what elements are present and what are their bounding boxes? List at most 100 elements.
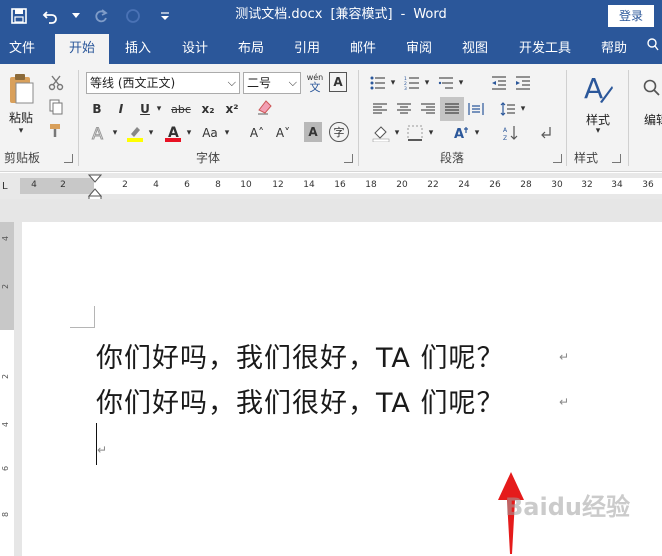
clear-formatting-icon[interactable] [254, 96, 276, 118]
paragraph-mark: ↵ [559, 395, 570, 409]
tab-references[interactable]: 引用 [282, 32, 332, 64]
tab-help[interactable]: 帮助 [592, 32, 636, 64]
tab-insert[interactable]: 插入 [113, 32, 163, 64]
font-size-select[interactable]: 二号 ⌵ [243, 72, 301, 94]
change-case-dropdown-icon[interactable]: ▾ [222, 122, 232, 144]
text-effects-dropdown-icon[interactable]: ▾ [110, 122, 120, 144]
bold-button[interactable]: B [88, 98, 106, 120]
tab-home[interactable]: 开始 [55, 34, 109, 64]
vertical-ruler-tick-label: 2 [1, 373, 11, 380]
shrink-font-button[interactable]: A˅ [272, 122, 294, 144]
ruler-tick-label: 16 [334, 180, 346, 190]
bullets-icon[interactable] [368, 72, 388, 94]
highlight-dropdown-icon[interactable]: ▾ [146, 122, 156, 144]
change-case-button[interactable]: Aa [198, 122, 222, 144]
document-line-2[interactable]: 你们好吗，我们很好，TA 们呢？ [96, 381, 504, 420]
borders-dropdown-icon[interactable]: ▾ [426, 122, 436, 144]
document-line-1[interactable]: 你们好吗，我们很好，TA 们呢？ [96, 336, 504, 375]
styles-dropdown-icon[interactable]: ▾ [588, 126, 608, 136]
ruler-tick-label: 8 [215, 180, 221, 190]
styles-launcher-icon[interactable] [612, 154, 621, 163]
shading-icon[interactable] [370, 122, 392, 144]
paste-icon[interactable] [6, 72, 36, 106]
font-name-select[interactable]: 等线 (西文正文) ⌵ [86, 72, 240, 94]
paste-label[interactable]: 粘贴 [6, 109, 36, 126]
superscript-button[interactable]: x² [222, 98, 242, 120]
numbering-icon[interactable]: 123 [402, 72, 422, 94]
tab-file[interactable]: 文件 [0, 32, 44, 64]
justify-icon[interactable] [440, 97, 464, 121]
editing-label[interactable]: 编辑 [644, 111, 662, 128]
sort-icon[interactable]: AZ [500, 122, 522, 144]
phonetic-guide-button[interactable]: wén 文 [304, 70, 326, 96]
highlight-icon[interactable] [124, 122, 146, 144]
align-left-icon[interactable] [370, 98, 390, 120]
styles-icon[interactable]: A [580, 70, 616, 110]
shading-dropdown-icon[interactable]: ▾ [392, 122, 402, 144]
svg-text:A: A [584, 72, 603, 105]
italic-button[interactable]: I [112, 98, 130, 120]
underline-button[interactable]: U [136, 98, 154, 120]
separator [628, 70, 629, 166]
bullets-dropdown-icon[interactable]: ▾ [388, 72, 398, 94]
align-center-icon[interactable] [394, 98, 414, 120]
phonetic-char: 文 [309, 80, 321, 94]
paragraph-launcher-icon[interactable] [553, 154, 562, 163]
ruler-tick-label: 4 [153, 180, 159, 190]
chinese-layout-dropdown-icon[interactable]: ▾ [472, 122, 482, 144]
tab-more-icon[interactable] [644, 32, 662, 64]
clipboard-launcher-icon[interactable] [64, 154, 73, 163]
font-size-value: 二号 [247, 76, 272, 90]
ruler-tick-label: 6 [184, 180, 190, 190]
multilevel-dropdown-icon[interactable]: ▾ [456, 72, 466, 94]
font-color-icon[interactable]: A [162, 122, 184, 144]
char-border-button[interactable]: A [329, 72, 347, 92]
decrease-indent-icon[interactable] [488, 72, 510, 94]
tab-review[interactable]: 审阅 [394, 32, 444, 64]
ribbon-home: 粘贴 ▾ 剪贴板 等线 (西文正文) ⌵ 二号 ⌵ wén 文 A B I U ▾ … [0, 64, 662, 172]
distributed-icon[interactable] [466, 98, 486, 120]
login-button[interactable]: 登录 [608, 5, 654, 27]
margin-corner-mark [70, 306, 95, 328]
align-right-icon[interactable] [418, 98, 438, 120]
title-separator: - [400, 7, 406, 22]
font-launcher-icon[interactable] [344, 154, 353, 163]
editing-search-icon[interactable] [640, 76, 662, 98]
line-spacing-icon[interactable] [498, 98, 518, 120]
copy-icon[interactable] [46, 96, 66, 118]
subscript-button[interactable]: x₂ [198, 98, 218, 120]
paste-dropdown-icon[interactable]: ▾ [6, 126, 36, 136]
cut-icon[interactable] [46, 72, 66, 94]
enclose-char-button[interactable]: 字 [329, 122, 349, 142]
vertical-ruler-tick-label: 6 [1, 465, 11, 472]
ruler-tick-label: 18 [365, 180, 377, 190]
show-marks-icon[interactable] [536, 122, 556, 144]
chevron-down-icon: ⌵ [288, 76, 297, 89]
tab-developer[interactable]: 开发工具 [510, 32, 580, 64]
numbering-dropdown-icon[interactable]: ▾ [422, 72, 432, 94]
borders-icon[interactable] [404, 122, 426, 144]
increase-indent-icon[interactable] [512, 72, 534, 94]
format-painter-icon[interactable] [46, 120, 66, 142]
tab-view[interactable]: 视图 [450, 32, 500, 64]
ruler-tick-label: 12 [272, 180, 284, 190]
ruler-tick-label: 22 [427, 180, 439, 190]
tab-design[interactable]: 设计 [170, 32, 220, 64]
vertical-ruler-tick-label: 4 [1, 235, 11, 242]
ruler-tick-label: 4 [31, 180, 37, 190]
grow-font-button[interactable]: A˄ [246, 122, 268, 144]
tab-layout[interactable]: 布局 [226, 32, 276, 64]
line-spacing-dropdown-icon[interactable]: ▾ [518, 98, 528, 120]
underline-dropdown-icon[interactable]: ▾ [154, 98, 164, 120]
tab-stop-selector[interactable]: L [2, 181, 8, 192]
char-shading-button[interactable]: A [304, 122, 322, 142]
ruler-tick-label: 10 [240, 180, 252, 190]
text-effects-icon[interactable]: A [88, 122, 110, 144]
tab-mailings[interactable]: 邮件 [338, 32, 388, 64]
ruler-tick-label: 30 [551, 180, 563, 190]
watermark: Baidu经验 [505, 493, 630, 521]
chinese-layout-icon[interactable]: A [450, 122, 472, 144]
font-color-dropdown-icon[interactable]: ▾ [184, 122, 194, 144]
multilevel-list-icon[interactable] [436, 72, 456, 94]
strikethrough-button[interactable]: abc [168, 98, 194, 120]
